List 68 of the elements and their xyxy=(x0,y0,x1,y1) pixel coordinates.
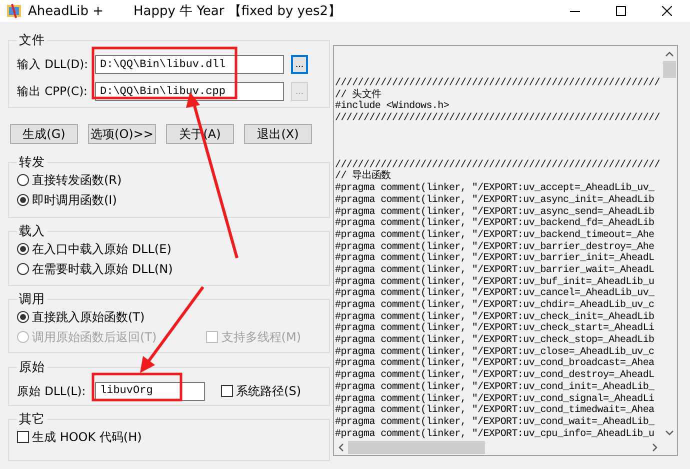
scroll-thumb[interactable] xyxy=(348,441,485,454)
checkbox-label: 支持多线程(M) xyxy=(221,328,301,346)
code-line: #pragma comment(linker, "/EXPORT:uv_barrier_wait=_AheadL xyxy=(335,264,656,276)
code-line: #pragma comment(linker, "/EXPORT:uv_cond_signal=_AheadLi xyxy=(335,394,656,404)
code-line: ///////////////////////////////////////////////////////// xyxy=(335,78,661,89)
radio-label: 直接转发函数(R) xyxy=(32,172,122,188)
group-title: 其它 xyxy=(18,411,46,428)
checkbox-label: 生成 HOOK 代码(H) xyxy=(32,428,142,446)
code-line: #pragma comment(linker, "/EXPORT:uv_backend_fd=_AheadLib xyxy=(335,218,656,230)
window-title: AheadLib + xyxy=(28,4,104,18)
group-title: 载入 xyxy=(18,223,46,240)
code-line: #pragma comment(linker, "/EXPORT:uv_async_send=_AheadLib xyxy=(335,206,656,218)
radio-button[interactable] xyxy=(17,174,29,186)
group-title: 调用 xyxy=(18,291,46,308)
code-line: #pragma comment(linker, "/EXPORT:uv_check_init=_AheadLib xyxy=(335,312,656,323)
code-line: ///////////////////////////////////////////////////////// xyxy=(335,113,661,125)
scroll-down-icon[interactable] xyxy=(665,430,674,436)
browse-button[interactable]: ... xyxy=(291,55,308,74)
group-title: 转发 xyxy=(18,154,46,171)
code-line: #pragma comment(linker, "/EXPORT:uv_cond_destroy=_AheadL xyxy=(335,370,656,382)
scroll-up-icon[interactable] xyxy=(665,51,674,57)
scroll-right-icon[interactable] xyxy=(652,443,658,452)
code-line: #pragma comment(linker, "/EXPORT:uv_chdir=_AheadLib_uv_c xyxy=(335,300,656,312)
action-button[interactable]: 生成(G) xyxy=(10,124,78,144)
radio-button[interactable] xyxy=(17,263,29,275)
radio-label: 调用原始函数后返回(T) xyxy=(32,328,157,346)
radio-label: 在入口中载入原始 DLL(E) xyxy=(32,240,172,258)
field-label: 原始 DLL(L): xyxy=(17,384,87,398)
code-line: #pragma comment(linker, "/EXPORT:uv_check_start=_AheadLi xyxy=(335,323,656,334)
code-line: #pragma comment(linker, "/EXPORT:uv_cpu_info=_AheadLib_u xyxy=(335,428,656,440)
code-line: #pragma comment(linker, "/EXPORT:uv_cond_timedwait=_Ahea xyxy=(335,405,656,416)
radio-button[interactable] xyxy=(17,311,29,323)
group-title: 原始 xyxy=(18,359,46,376)
checkbox[interactable] xyxy=(17,431,29,443)
window-subtitle: Happy 牛 Year 【fixed by yes2】 xyxy=(133,3,342,20)
radio-label: 直接跳入原始函数(T) xyxy=(32,308,145,326)
code-line: #pragma comment(linker, "/EXPORT:uv_buf_init=_AheadLib_u xyxy=(335,276,656,288)
field-label: 输出 CPP(C): xyxy=(17,84,88,99)
code-line: // 导出函数 xyxy=(335,171,392,182)
group-title: 文件 xyxy=(18,32,46,49)
code-line: #pragma comment(linker, "/EXPORT:uv_cond_broadcast=_Ahea xyxy=(335,358,656,370)
checkbox-label: 系统路径(S) xyxy=(236,382,301,400)
checkbox[interactable] xyxy=(221,385,234,397)
app-icon xyxy=(6,3,22,19)
code-line: #pragma comment(linker, "/EXPORT:uv_async_init=_AheadLib xyxy=(335,194,656,206)
code-line: // 头文件 xyxy=(335,90,382,101)
code-line: #pragma comment(linker, "/EXPORT:uv_barrier_init=_AheadL xyxy=(335,253,656,264)
action-button[interactable]: 选项(O)>> xyxy=(88,124,156,144)
code-line: #pragma comment(linker, "/EXPORT:uv_cond_wait=_AheadLib_ xyxy=(335,416,656,428)
field-label: 输入 DLL(D): xyxy=(17,57,90,72)
code-line: #pragma comment(linker, "/EXPORT:uv_backend_timeout=_Ahe xyxy=(335,230,656,242)
scroll-left-icon[interactable] xyxy=(338,443,344,452)
radio-label: 在需要时载入原始 DLL(N) xyxy=(32,260,173,278)
code-line: #pragma comment(linker, "/EXPORT:uv_accept=_AheadLib_uv_ xyxy=(335,183,656,194)
input-field[interactable]: libuvOrg xyxy=(95,382,205,400)
action-button[interactable]: 退出(X) xyxy=(244,124,312,144)
code-line: #pragma comment(linker, "/EXPORT:uv_barrier_destroy=_Ahe xyxy=(335,242,656,253)
code-line: #include <Windows.h> xyxy=(335,101,450,112)
radio-button[interactable] xyxy=(17,243,29,255)
code-line: #pragma comment(linker, "/EXPORT:uv_cond_init=_AheadLib_ xyxy=(335,382,656,394)
code-line: #pragma comment(linker, "/EXPORT:uv_check_stop=_AheadLib xyxy=(335,335,656,346)
radio-button[interactable] xyxy=(17,194,29,206)
code-line: ///////////////////////////////////////////////////////// xyxy=(335,160,661,171)
input-field[interactable]: D:\QQ\Bin\libuv.dll xyxy=(95,55,284,74)
code-line: #pragma comment(linker, "/EXPORT:uv_close=_AheadLib_uv_c xyxy=(335,346,656,358)
scroll-thumb[interactable] xyxy=(663,61,676,78)
radio-label: 即时调用函数(I) xyxy=(32,192,117,208)
code-line: #pragma comment(linker, "/EXPORT:uv_cancel=_AheadLib_uv_ xyxy=(335,288,656,300)
